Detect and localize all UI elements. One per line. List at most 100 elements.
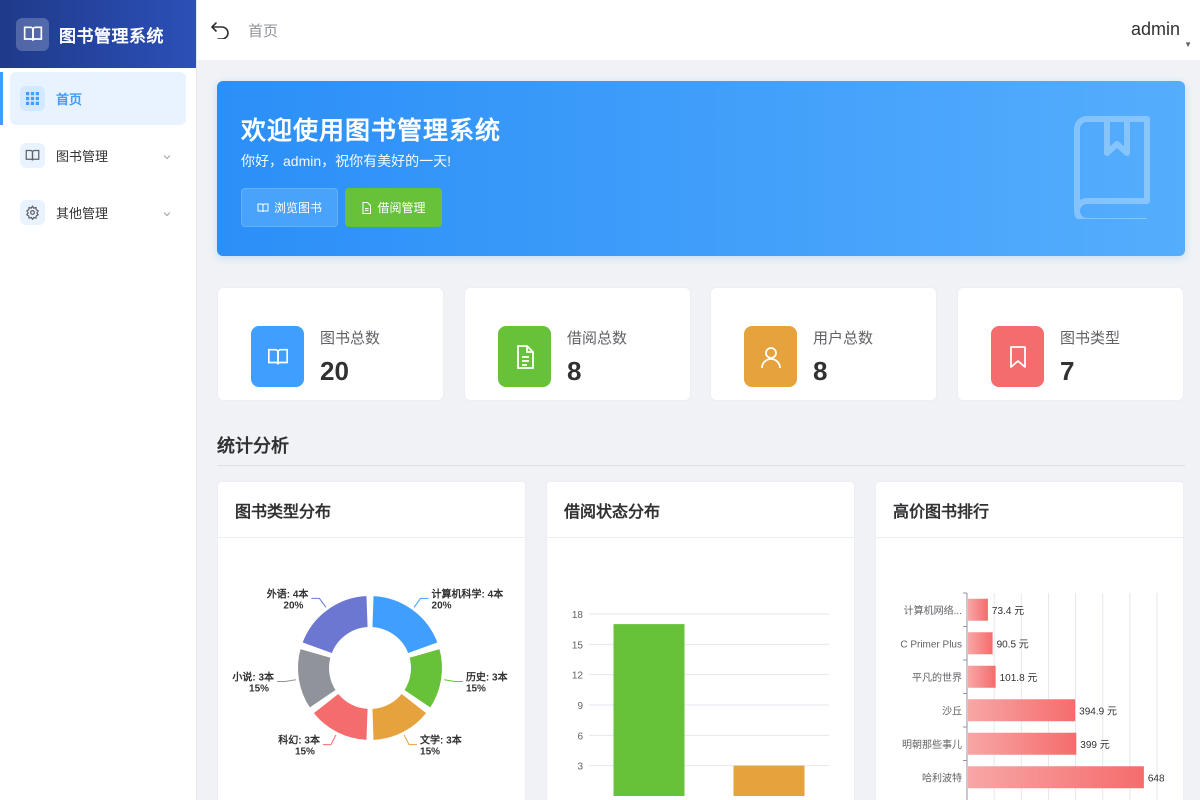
document-icon (361, 202, 372, 214)
book-icon (251, 326, 304, 387)
pie-label-line (444, 680, 463, 682)
bar (968, 632, 993, 654)
y-category-label: C Primer Plus (900, 639, 962, 650)
banner-title: 欢迎使用图书管理系统 (241, 111, 501, 147)
pie-percent-label: 15% (249, 683, 269, 694)
bar (734, 766, 805, 796)
pie-label-line (323, 735, 336, 745)
stat-label: 用户总数 (813, 327, 873, 348)
document-icon (498, 326, 551, 387)
pie-slice (371, 595, 438, 654)
chart-card-price-ranking: 高价图书排行 计算机网络... 73.4 元 C Primer Plus 90.5 元… (875, 481, 1184, 800)
banner-subtitle: 你好，admin，祝你有美好的一天! (241, 151, 451, 171)
y-tick-label: 9 (577, 701, 583, 712)
stat-value: 20 (320, 356, 349, 387)
sidebar-item-home[interactable]: 首页 (10, 72, 186, 125)
stat-card-books: 图书总数 20 (217, 287, 444, 401)
bar (968, 666, 996, 688)
section-divider (217, 465, 1185, 466)
stat-value: 8 (567, 356, 581, 387)
book-icon (20, 143, 45, 168)
browse-books-label: 浏览图书 (274, 199, 322, 216)
gear-icon (20, 200, 45, 225)
welcome-banner: 欢迎使用图书管理系统 你好，admin，祝你有美好的一天! 浏览图书 借阅管理 (217, 81, 1185, 256)
caret-down-icon[interactable]: ▼ (1184, 40, 1192, 49)
chart-card-borrow-status: 借阅状态分布 3 6 9 12 15 18 (546, 481, 855, 800)
stat-card-users: 用户总数 8 (710, 287, 937, 401)
sidebar-item-label: 首页 (56, 89, 82, 108)
grid-icon (20, 86, 45, 111)
bar (968, 599, 988, 621)
stat-value: 8 (813, 356, 827, 387)
pie-label: 计算机科学: 4本 (432, 587, 505, 600)
borrow-status-chart: 3 6 9 12 15 18 (547, 538, 855, 800)
y-tick-label: 6 (577, 731, 583, 742)
stat-label: 图书类型 (1060, 327, 1120, 348)
value-label: 73.4 元 (992, 606, 1024, 617)
bar (968, 699, 1075, 721)
y-tick-label: 3 (577, 762, 583, 773)
pie-label-line (277, 680, 296, 682)
type-distribution-chart: 计算机科学: 4本20%历史: 3本15%文学: 3本15%科幻: 3本15%小… (218, 538, 526, 800)
logo-bar: 图书管理系统 (0, 0, 196, 68)
borrow-management-button[interactable]: 借阅管理 (345, 188, 442, 227)
stat-value: 7 (1060, 356, 1074, 387)
y-category-label: 计算机网络... (904, 604, 962, 617)
sidebar: 图书管理系统 首页 图书管理 其他管理 (0, 0, 197, 800)
sidebar-item-books[interactable]: 图书管理 (10, 129, 186, 182)
breadcrumb[interactable]: 首页 (248, 20, 278, 41)
pie-label-line (404, 735, 417, 745)
chart-card-type-distribution: 图书类型分布 计算机科学: 4本20%历史: 3本15%文学: 3本15%科幻:… (217, 481, 526, 800)
sidebar-item-label: 图书管理 (56, 146, 108, 165)
y-tick-label: 12 (572, 671, 584, 682)
user-menu[interactable]: admin (1131, 19, 1180, 40)
y-tick-label: 18 (572, 610, 584, 621)
pie-percent-label: 15% (295, 747, 315, 758)
pie-label: 外语: 4本 (266, 587, 310, 600)
app-title: 图书管理系统 (59, 22, 164, 47)
y-category-label: 明朝那些事儿 (902, 738, 962, 751)
bar (614, 624, 685, 796)
pie-label: 小说: 3本 (231, 670, 275, 683)
chart-title: 高价图书排行 (876, 482, 1183, 538)
value-label: 90.5 元 (997, 639, 1029, 650)
stat-card-types: 图书类型 7 (957, 287, 1184, 401)
pie-label-line (311, 598, 325, 607)
section-title: 统计分析 (217, 432, 289, 458)
stat-label: 图书总数 (320, 327, 380, 348)
book-icon (257, 202, 269, 214)
pie-label: 文学: 3本 (420, 734, 463, 747)
bar (968, 733, 1076, 755)
chart-title: 图书类型分布 (218, 482, 525, 538)
pie-percent-label: 20% (432, 600, 452, 611)
pie-percent-label: 20% (283, 600, 303, 611)
value-label: 101.8 元 (1000, 673, 1038, 684)
bookmark-icon (991, 326, 1044, 387)
value-label: 394.9 元 (1079, 706, 1117, 717)
pie-slice (301, 595, 368, 654)
back-arrow-icon[interactable] (209, 19, 231, 41)
stat-card-borrows: 借阅总数 8 (464, 287, 691, 401)
sidebar-item-other[interactable]: 其他管理 (10, 186, 186, 239)
sidebar-menu: 首页 图书管理 其他管理 (0, 68, 196, 239)
chevron-down-icon (162, 206, 172, 224)
sidebar-item-label: 其他管理 (56, 203, 108, 222)
borrow-management-label: 借阅管理 (377, 199, 425, 216)
y-category-label: 哈利波特 (922, 771, 962, 784)
user-icon (744, 326, 797, 387)
price-ranking-chart: 计算机网络... 73.4 元 C Primer Plus 90.5 元平凡的世界 10… (876, 538, 1184, 800)
y-tick-label: 15 (572, 640, 584, 651)
chart-title: 借阅状态分布 (547, 482, 854, 538)
book-bookmark-icon (1073, 115, 1151, 224)
top-header: 首页 admin ▼ (197, 0, 1200, 60)
pie-label: 历史: 3本 (466, 670, 509, 683)
pie-label-line (414, 598, 428, 607)
y-category-label: 平凡的世界 (912, 671, 962, 684)
browse-books-button[interactable]: 浏览图书 (241, 188, 338, 227)
value-label: 648 (1148, 773, 1165, 784)
bar (968, 766, 1144, 788)
pie-percent-label: 15% (420, 747, 440, 758)
y-category-label: 沙丘 (942, 705, 962, 717)
pie-percent-label: 15% (466, 683, 486, 694)
stat-label: 借阅总数 (567, 327, 627, 348)
